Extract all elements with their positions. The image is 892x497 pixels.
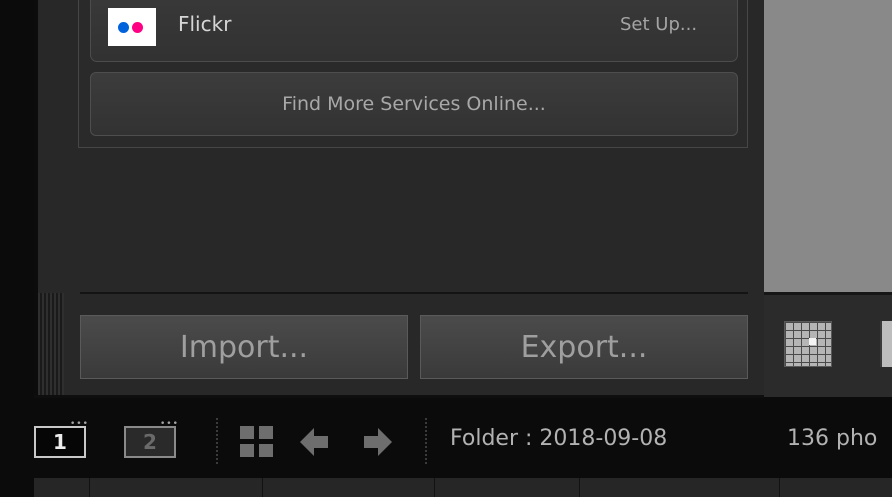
filmstrip-thumbnails[interactable] bbox=[34, 478, 892, 497]
toolbar-separator bbox=[216, 418, 218, 464]
panel-divider bbox=[80, 292, 748, 294]
export-button[interactable]: Export... bbox=[420, 315, 748, 379]
source-folder-label[interactable]: Folder : 2018-09-08 bbox=[450, 426, 667, 451]
next-arrow-icon[interactable] bbox=[360, 425, 394, 459]
previous-arrow-icon[interactable] bbox=[298, 425, 332, 459]
loupe-view-toolbar-icon[interactable] bbox=[880, 321, 892, 367]
monitor-2-menu-icon: ••• bbox=[160, 419, 179, 429]
secondary-monitor-button[interactable]: 2 bbox=[124, 426, 176, 458]
flickr-pink-dot bbox=[132, 22, 143, 33]
flickr-blue-dot bbox=[118, 22, 129, 33]
main-preview-area bbox=[764, 0, 892, 292]
flickr-logo-icon bbox=[108, 8, 156, 46]
panel-resize-grip[interactable] bbox=[38, 293, 64, 395]
monitor-1-menu-icon: ••• bbox=[70, 419, 89, 429]
photo-count-label: 136 pho bbox=[787, 426, 878, 451]
import-button[interactable]: Import... bbox=[80, 315, 408, 379]
flickr-service-name: Flickr bbox=[178, 12, 232, 36]
find-more-services-button[interactable]: Find More Services Online... bbox=[90, 72, 738, 136]
grid-view-toolbar-icon[interactable] bbox=[784, 321, 832, 367]
flickr-setup-link[interactable]: Set Up... bbox=[620, 14, 697, 35]
toolbar-separator bbox=[425, 418, 427, 464]
primary-monitor-button[interactable]: 1 bbox=[34, 426, 86, 458]
grid-view-icon[interactable] bbox=[240, 426, 274, 458]
